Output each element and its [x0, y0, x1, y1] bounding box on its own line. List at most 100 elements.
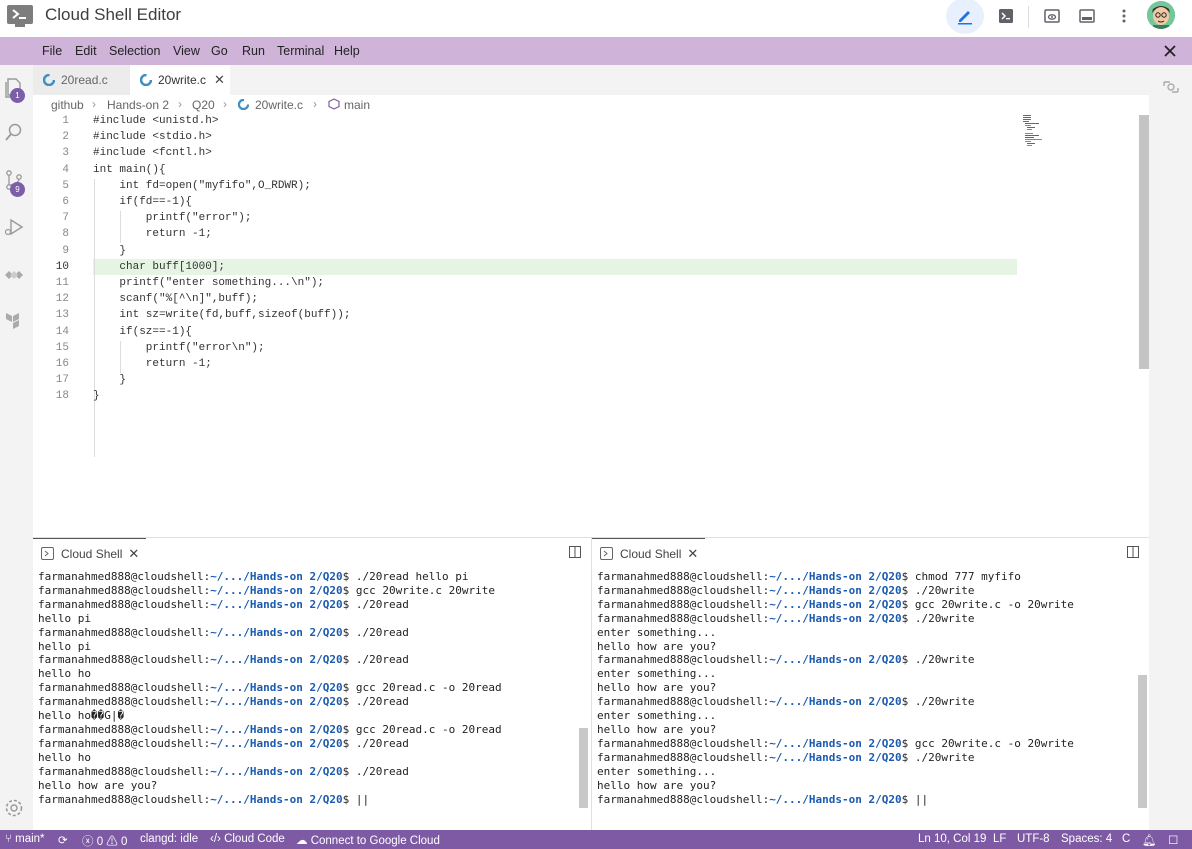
prompt-path: ~/.../Hands-on 2/Q20 — [210, 653, 343, 667]
web-preview-button[interactable] — [1034, 0, 1070, 32]
menu-help[interactable]: Help — [334, 44, 360, 58]
connect-cloud-status[interactable]: ☁ Connect to Google Cloud — [296, 833, 440, 847]
prompt-user: farmanahmed888@cloudshell: — [38, 570, 211, 583]
command-text: $ gcc 20write.c -o 20write — [901, 597, 1074, 611]
terminal-icon — [999, 9, 1013, 23]
gemini-assist-icon[interactable] — [1161, 77, 1181, 97]
breadcrumb-item[interactable]: Q20 — [192, 98, 215, 112]
source-control-badge: 9 — [10, 182, 25, 197]
terminal-tab[interactable]: Cloud Shell ✕ — [592, 538, 705, 568]
warning-count: 0 — [121, 836, 128, 848]
clangd-status[interactable]: clangd: idle — [140, 833, 198, 845]
prompt-path: ~/.../Hands-on 2/Q20 — [769, 792, 902, 806]
search-icon[interactable] — [3, 121, 25, 143]
language-mode[interactable]: C — [1122, 833, 1130, 845]
close-icon[interactable] — [1161, 42, 1179, 60]
breadcrumb-item[interactable]: github — [51, 98, 84, 112]
more-options-button[interactable] — [1106, 0, 1142, 32]
terminal-icon — [600, 547, 613, 560]
split-terminal-icon[interactable] — [569, 546, 581, 558]
open-editor-button[interactable] — [946, 0, 984, 34]
prompt-path: ~/.../Hands-on 2/Q20 — [769, 597, 902, 611]
problems-indicator[interactable]: ⓧ 0 ⚠ 0 — [82, 833, 127, 849]
prompt-user: farmanahmed888@cloudshell: — [597, 583, 770, 597]
tab-close-icon[interactable]: ✕ — [214, 72, 225, 88]
prompt-path: ~/.../Hands-on 2/Q20 — [210, 583, 343, 597]
terminal-line: hello how are you? — [597, 722, 717, 736]
line-number: 17 — [55, 374, 69, 387]
open-terminal-button[interactable] — [988, 0, 1024, 32]
cloud-code-icon[interactable] — [3, 264, 25, 286]
command-text: $ ./20read — [342, 597, 409, 611]
explorer-badge: 1 — [10, 88, 25, 103]
eol-indicator[interactable]: LF — [993, 833, 1006, 845]
notification-bell-icon[interactable]: 🔔︎ — [1142, 833, 1157, 847]
terminal-tab-label: Cloud Shell — [61, 546, 123, 561]
command-text: $ ./20write — [901, 583, 975, 597]
code-line: scanf("%[^\n]",buff); — [93, 293, 259, 306]
menu-view[interactable]: View — [173, 44, 200, 58]
code-editor[interactable]: 1 #include <unistd.h> 2 #include <stdio.h> 3… — [33, 115, 1149, 537]
terminal-panel-right[interactable]: Cloud Shell ✕ farmanahmed888@cloudshell:… — [591, 537, 1149, 830]
terminal-header: Cloud Shell ✕ — [592, 538, 1149, 568]
menu-go[interactable]: Go — [211, 44, 228, 58]
minimap[interactable] — [1023, 115, 1063, 155]
chevron-right-icon: › — [92, 97, 96, 111]
prompt-user: farmanahmed888@cloudshell: — [38, 583, 211, 597]
toggle-panel-button[interactable] — [1069, 0, 1105, 32]
breadcrumb-item[interactable]: Hands-on 2 — [107, 98, 169, 112]
breadcrumb-item[interactable]: 20write.c — [255, 98, 303, 112]
split-terminal-icon[interactable] — [1127, 546, 1139, 558]
cloud-code-status[interactable]: ‹/› Cloud Code — [210, 833, 285, 845]
menu-selection[interactable]: Selection — [109, 44, 160, 58]
terminal-scrollbar[interactable] — [1138, 675, 1147, 808]
terminal-line: hello how are you? — [597, 681, 717, 695]
menu-run[interactable]: Run — [242, 44, 265, 58]
sync-icon[interactable]: ⟳ — [58, 833, 68, 847]
tab-20write-c[interactable]: 20write.c ✕ — [130, 65, 230, 95]
terminal-line: hello how are you? — [597, 778, 717, 792]
command-text: $ gcc 20read.c -o 20read — [342, 722, 502, 736]
terminal-tab[interactable]: Cloud Shell ✕ — [33, 538, 146, 568]
menu-terminal[interactable]: Terminal — [277, 44, 324, 58]
editor-scrollbar-thumb[interactable] — [1139, 115, 1149, 369]
branch-name: main* — [15, 833, 45, 845]
terminal-line: enter something... — [597, 667, 717, 681]
menu-file[interactable]: File — [42, 44, 62, 58]
prompt-path: ~/.../Hands-on 2/Q20 — [769, 653, 902, 667]
terminal-line: hello ho��G|� — [38, 709, 125, 723]
terminal-close-icon[interactable]: ✕ — [687, 546, 698, 562]
breadcrumb-item[interactable]: main — [344, 98, 370, 112]
cursor-position[interactable]: Ln 10, Col 19 — [918, 833, 986, 845]
terminal-panel-left[interactable]: Cloud Shell ✕ farmanahmed888@cloudshell:… — [33, 537, 591, 830]
prompt-path: ~/.../Hands-on 2/Q20 — [769, 695, 902, 709]
tab-20read-c[interactable]: 20read.c — [33, 65, 130, 95]
indentation-indicator[interactable]: Spaces: 4 — [1061, 833, 1112, 845]
current-line-highlight — [93, 259, 1017, 275]
prompt-user: farmanahmed888@cloudshell: — [38, 764, 211, 778]
encoding-indicator[interactable]: UTF-8 — [1017, 833, 1050, 845]
command-text: $ ./20read — [342, 736, 409, 750]
terminal-close-icon[interactable]: ✕ — [128, 546, 139, 562]
terminal-scrollbar[interactable] — [579, 728, 588, 808]
terraform-icon[interactable] — [3, 309, 25, 331]
command-text: $ ./20write — [901, 653, 975, 667]
command-text: $ ./20write — [901, 611, 975, 625]
code-line: #include <fcntl.h> — [93, 147, 212, 160]
terminal-line: farmanahmed888@cloudshell:~/.../Hands-on… — [597, 737, 1137, 751]
avatar[interactable] — [1147, 1, 1175, 29]
prompt-path: ~/.../Hands-on 2/Q20 — [210, 695, 343, 709]
terminal-line: farmanahmed888@cloudshell:~/.../Hands-on… — [38, 737, 578, 751]
prompt-user: farmanahmed888@cloudshell: — [38, 736, 211, 750]
secondary-side-bar — [1149, 65, 1192, 830]
branch-indicator[interactable]: ⑂ main* — [5, 833, 45, 845]
prompt-user: farmanahmed888@cloudshell: — [38, 722, 211, 736]
prompt-user: farmanahmed888@cloudshell: — [38, 792, 211, 806]
settings-gear-icon[interactable] — [3, 797, 25, 819]
menu-edit[interactable]: Edit — [75, 44, 97, 58]
feedback-icon[interactable]: ☐ — [1168, 833, 1178, 847]
prompt-user: farmanahmed888@cloudshell: — [597, 597, 770, 611]
run-debug-icon[interactable] — [3, 216, 25, 238]
terminal-line: farmanahmed888@cloudshell:~/.../Hands-on… — [597, 695, 1137, 709]
terminal-line: hello how are you? — [38, 778, 158, 792]
